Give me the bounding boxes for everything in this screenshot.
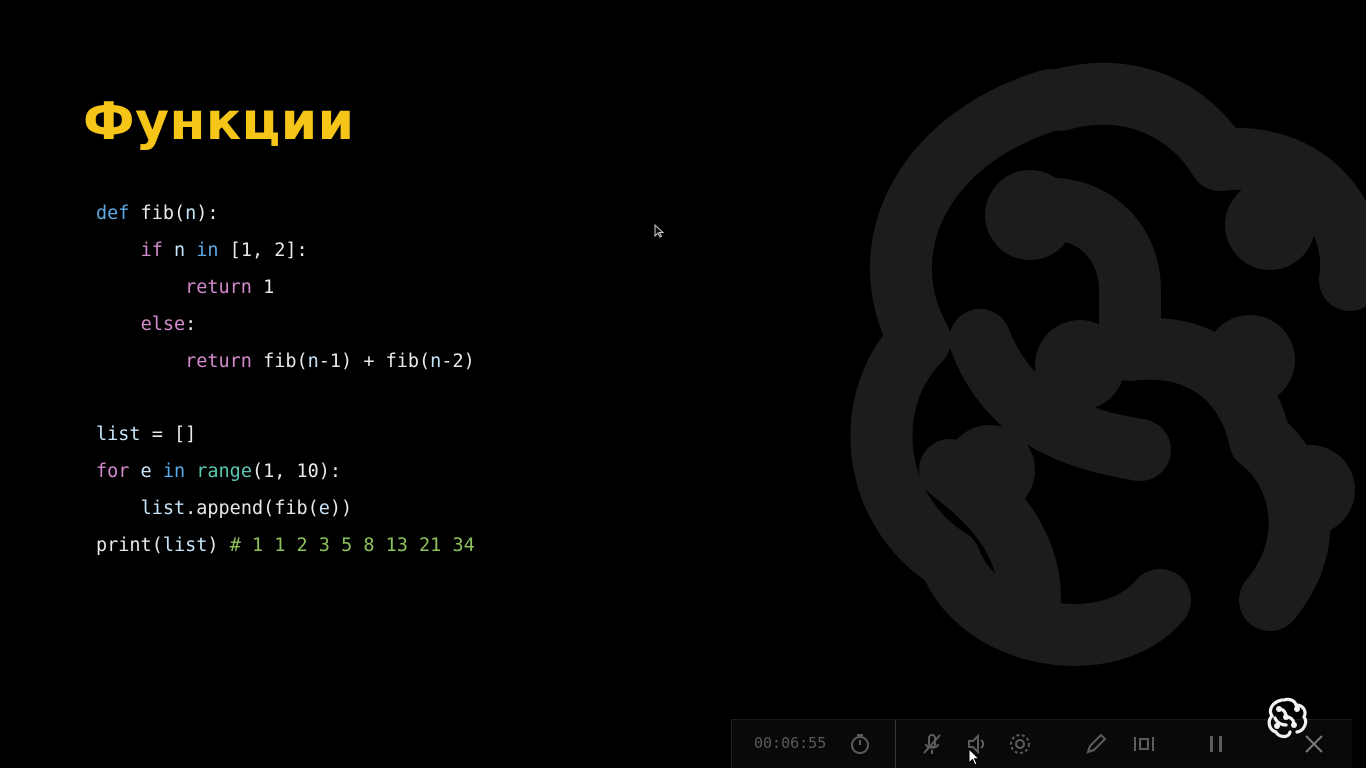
screen-share-button[interactable] [1130,730,1158,758]
code-token: return [185,276,252,298]
mic-button[interactable] [918,730,946,758]
pointer-cursor-icon [968,748,980,766]
presentation-toolbar: 00:06:55 [731,719,1352,768]
code-token: e [129,461,163,483]
code-token: print [96,535,152,557]
code-block: def fib(n): if n in [1, 2]: return 1 els… [96,196,475,565]
code-token: in [196,239,219,261]
code-token: return [185,350,252,372]
code-line: if n in [1, 2]: [96,233,475,270]
background-brain-logo-icon [850,62,1366,666]
elapsed-time: 00:06:55 [754,734,827,752]
mic-muted-icon [923,734,941,754]
code-token: ): [196,203,219,224]
timer-icon [851,734,869,754]
mouse-cursor-icon [654,224,664,238]
settings-icon [1010,734,1030,754]
slide-title: Функции [83,92,355,152]
code-token: ( [151,535,163,557]
code-token: )) [329,498,353,520]
brain-logo-icon [1267,697,1308,739]
code-token: .append(fib( [185,498,319,520]
code-line: return fib(n-1) + fib(n-2) [96,344,475,381]
code-token: # 1 1 2 3 5 8 13 21 34 [229,535,475,557]
code-line: else: [96,307,475,344]
pause-icon [1210,736,1222,752]
code-token: list [162,535,208,557]
pen-button[interactable] [1082,730,1110,758]
code-token: in [162,461,186,483]
code-token: [1, 2]: [218,239,308,261]
code-token: else [140,313,186,335]
code-token: -2) [441,350,475,372]
code-token: -1) + fib( [318,350,431,372]
code-token: (1, 10): [251,461,342,483]
code-token: list [96,424,141,446]
toolbar-divider [895,720,896,768]
code-token: 1 [251,276,275,298]
code-token: e [318,498,330,520]
settings-button[interactable] [1006,730,1034,758]
code-token: list [140,498,186,520]
code-line: return 1 [96,270,475,307]
code-token: if [140,239,163,261]
code-line: for e in range(1, 10): [96,454,475,491]
presentation-slide: Функции def fib(n): if n in [1, 2]: retu… [0,0,1366,768]
code-token: n [430,350,442,372]
code-token: for [96,461,130,483]
code-token: range [196,461,252,483]
code-token: fib( [251,350,308,372]
code-token: fib( [129,203,186,224]
pause-button[interactable] [1202,730,1230,758]
code-token: = [] [140,424,197,446]
code-line: list = [] [96,417,475,454]
code-token: n [185,203,197,224]
code-line: print(list) # 1 1 2 3 5 8 13 21 34 [96,528,475,565]
pen-icon [1086,733,1107,754]
code-token: n [307,350,319,372]
code-token: def [96,203,130,224]
code-line: list.append(fib(e)) [96,491,475,528]
code-token: ) [207,535,230,557]
code-token: n [162,239,197,261]
code-token: : [185,313,197,335]
screen-share-icon [1134,737,1154,751]
code-line: def fib(n): [96,196,475,233]
timer-button[interactable] [846,730,874,758]
